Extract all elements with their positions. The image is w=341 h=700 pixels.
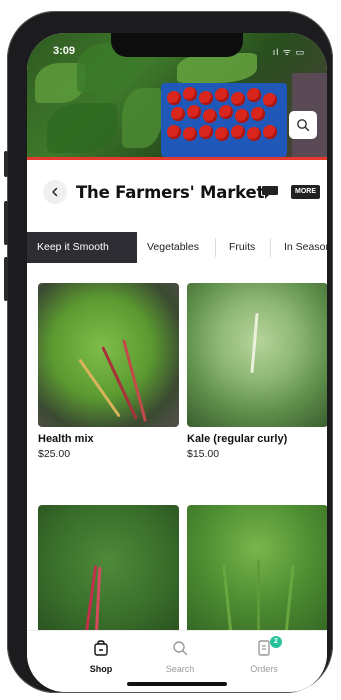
product-name: Health mix [38, 433, 94, 445]
status-time: 3:09 [53, 45, 76, 57]
phone-frame: 3:09 ıl ᯤ ▭ The Farmers' Market MORE Kee… [4, 11, 333, 693]
product-image [38, 283, 179, 427]
more-button[interactable]: MORE [291, 185, 320, 199]
chevron-left-icon [52, 187, 58, 197]
product-card[interactable] [187, 505, 327, 649]
mute-switch [4, 151, 8, 177]
search-icon [297, 119, 310, 132]
home-indicator[interactable] [127, 682, 227, 686]
product-image [38, 505, 179, 649]
volume-down-button [4, 257, 8, 301]
nav-orders-label: Orders [250, 664, 278, 674]
tab-in-season[interactable]: In Season [278, 232, 327, 263]
app-screen: 3:09 ıl ᯤ ▭ The Farmers' Market MORE Kee… [27, 33, 327, 692]
product-card[interactable]: Health mix $25.00 [38, 283, 179, 460]
store-banner-image: 3:09 ıl ᯤ ▭ [27, 33, 327, 157]
product-price: $25.00 [38, 448, 71, 460]
product-name: Kale (regular curly) [187, 433, 288, 445]
tab-fruits[interactable]: Fruits [223, 232, 261, 263]
chat-button[interactable] [261, 185, 279, 205]
status-icons: ıl ᯤ ▭ [272, 47, 305, 57]
store-search-button[interactable] [289, 111, 317, 139]
volume-up-button [4, 201, 8, 245]
tomato-crate [161, 83, 287, 157]
nav-shop-label: Shop [89, 664, 113, 674]
store-title: The Farmers' Market [76, 183, 265, 202]
bag-icon [94, 640, 108, 656]
nav-orders[interactable]: 2 Orders [234, 636, 294, 674]
chat-icon [262, 186, 278, 199]
orders-count-badge: 2 [270, 636, 282, 648]
product-price: $15.00 [187, 448, 220, 460]
tab-vegetables[interactable]: Vegetables [141, 232, 205, 263]
category-tabs: Keep it Smooth Vegetables Fruits In Seas… [27, 232, 327, 263]
banner-accent-line [27, 157, 327, 160]
nav-search-label: Search [165, 664, 195, 674]
nav-shop[interactable]: Shop [71, 639, 131, 674]
product-card[interactable] [38, 505, 179, 649]
store-header: The Farmers' Market MORE [27, 178, 327, 208]
product-image [187, 283, 327, 427]
back-button[interactable] [43, 180, 67, 204]
camera-notch [111, 33, 243, 57]
tab-keep-it-smooth[interactable]: Keep it Smooth [27, 232, 137, 263]
product-card[interactable]: Kale (regular curly) $15.00 [187, 283, 327, 460]
product-image [187, 505, 327, 649]
nav-search[interactable]: Search [150, 639, 210, 674]
search-icon [173, 641, 188, 656]
